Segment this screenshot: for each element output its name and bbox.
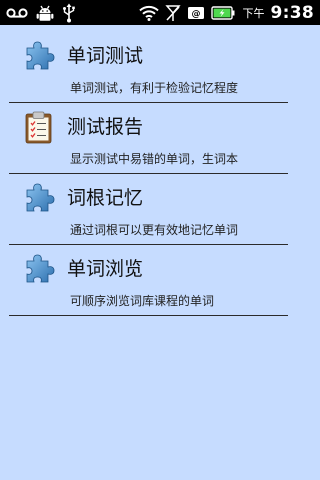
status-bar-right: @ 下午 9:38 bbox=[138, 0, 314, 25]
android-debug-icon bbox=[36, 4, 54, 22]
menu-item-title: 单词浏览 bbox=[67, 258, 144, 280]
wifi-icon bbox=[138, 5, 159, 21]
no-signal-icon bbox=[164, 4, 181, 22]
puzzle-icon bbox=[22, 39, 56, 73]
menu-item-title: 测试报告 bbox=[67, 116, 144, 138]
svg-text:@: @ bbox=[191, 9, 200, 19]
puzzle-icon bbox=[22, 252, 56, 286]
clipboard-icon bbox=[22, 110, 56, 144]
battery-icon bbox=[210, 5, 235, 20]
menu-item-description: 通过词根可以更有效地记忆单词 bbox=[70, 223, 239, 237]
menu-item-word-test[interactable]: 单词测试 单词测试，有利于检验记忆程度 bbox=[9, 32, 288, 103]
menu-item-description: 单词测试，有利于检验记忆程度 bbox=[70, 81, 239, 95]
status-bar-left bbox=[6, 0, 76, 25]
time-ampm: 下午 bbox=[242, 6, 265, 20]
menu-item-description: 显示测试中易错的单词，生词本 bbox=[70, 152, 239, 166]
menu-item-title: 单词测试 bbox=[67, 45, 144, 67]
puzzle-icon bbox=[22, 181, 56, 215]
message-icon: @ bbox=[187, 6, 205, 20]
clock-time: 9:38 bbox=[270, 2, 314, 23]
menu-item-root-memory[interactable]: 词根记忆 通过词根可以更有效地记忆单词 bbox=[9, 174, 288, 245]
menu-item-description: 可顺序浏览词库课程的单词 bbox=[70, 294, 215, 308]
status-bar: @ 下午 9:38 bbox=[0, 0, 320, 25]
menu-item-title: 词根记忆 bbox=[67, 187, 144, 209]
usb-icon bbox=[62, 3, 76, 23]
menu-item-test-report[interactable]: 测试报告 显示测试中易错的单词，生词本 bbox=[9, 103, 288, 174]
menu-item-word-browse[interactable]: 单词浏览 可顺序浏览词库课程的单词 bbox=[9, 245, 288, 316]
main-menu: 单词测试 单词测试，有利于检验记忆程度 测试报告 显示测试中易错的单词，生词本 bbox=[9, 32, 288, 316]
voicemail-icon bbox=[6, 7, 28, 19]
